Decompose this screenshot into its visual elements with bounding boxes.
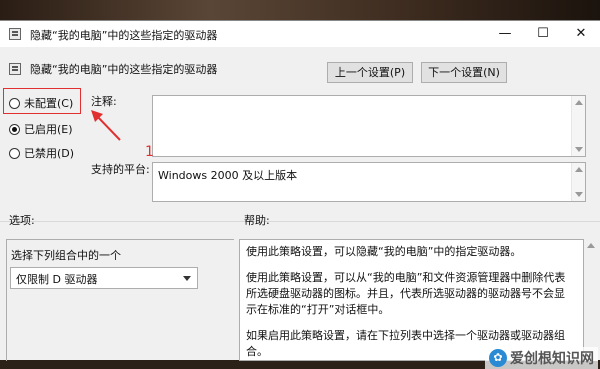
scroll-up-icon[interactable] (575, 100, 583, 105)
comment-label: 注释: (91, 95, 117, 108)
chevron-down-icon[interactable] (183, 276, 191, 281)
next-setting-button[interactable]: 下一个设置(N) (421, 62, 507, 83)
help-paragraph: 使用此策略设置，可以从“我的电脑”和文件资源管理器中删除代表所选硬盘驱动器的图标… (246, 271, 566, 316)
radio-label: 已禁用(D) (24, 147, 75, 160)
options-pane: 选择下列组合中的一个 (6, 239, 234, 361)
comment-textbox[interactable] (152, 95, 586, 157)
scroll-down-icon[interactable] (575, 192, 583, 197)
setting-title: 隐藏“我的电脑”中的这些指定的驱动器 (30, 63, 218, 76)
radio-enabled[interactable]: 已启用(E) (9, 120, 73, 138)
platform-value: Windows 2000 及以上版本 (158, 169, 298, 182)
scroll-down-icon[interactable] (575, 147, 583, 152)
platform-label: 支持的平台: (91, 163, 150, 176)
help-label: 帮助: (244, 214, 270, 227)
watermark: ✿ 爱创根知识网 (485, 347, 598, 369)
maximize-button[interactable]: ☐ (524, 21, 562, 47)
radio-not-configured[interactable]: 未配置(C) (9, 94, 73, 112)
radio-circle[interactable] (9, 147, 20, 159)
policy-icon (9, 28, 21, 40)
title-bar: 隐藏“我的电脑”中的这些指定的驱动器 — ☐ ✕ (0, 21, 600, 47)
red-arrow-icon (91, 110, 121, 141)
radio-circle[interactable] (9, 123, 20, 135)
drive-select[interactable]: 仅限制 D 驱动器 (10, 267, 198, 289)
setting-icon (9, 63, 21, 75)
radio-circle[interactable] (9, 97, 20, 109)
watermark-logo-icon: ✿ (489, 349, 507, 367)
help-pane: 使用此策略设置，可以隐藏“我的电脑”中的指定驱动器。 使用此策略设置，可以从“我… (239, 239, 584, 361)
comment-scrollbar[interactable] (571, 96, 585, 156)
step-number: 1 (145, 144, 154, 160)
scroll-up-icon[interactable] (575, 167, 583, 172)
minimize-button[interactable]: — (486, 21, 524, 47)
platform-scrollbar[interactable] (571, 163, 585, 201)
help-text: 使用此策略设置，可以隐藏“我的电脑”中的指定驱动器。 使用此策略设置，可以从“我… (246, 244, 572, 360)
radio-label: 已启用(E) (24, 123, 73, 136)
policy-dialog: 隐藏“我的电脑”中的这些指定的驱动器 — ☐ ✕ 隐藏“我的电脑”中的这些指定的… (0, 20, 600, 369)
scroll-up-icon[interactable] (587, 243, 595, 248)
options-label: 选项: (9, 214, 35, 227)
platform-box: Windows 2000 及以上版本 (152, 162, 586, 202)
watermark-text: 爱创根知识网 (510, 351, 594, 367)
help-paragraph: 使用此策略设置，可以隐藏“我的电脑”中的指定驱动器。 (246, 245, 522, 258)
background-strip (0, 0, 600, 20)
divider (0, 221, 600, 222)
drive-select-value: 仅限制 D 驱动器 (16, 273, 98, 286)
radio-label: 未配置(C) (24, 97, 74, 110)
radio-disabled[interactable]: 已禁用(D) (9, 144, 74, 162)
window-title: 隐藏“我的电脑”中的这些指定的驱动器 (30, 29, 218, 42)
close-button[interactable]: ✕ (562, 21, 600, 47)
combo-caption: 选择下列组合中的一个 (11, 249, 121, 262)
help-scrollbar[interactable] (584, 239, 598, 361)
previous-setting-button[interactable]: 上一个设置(P) (327, 62, 413, 83)
